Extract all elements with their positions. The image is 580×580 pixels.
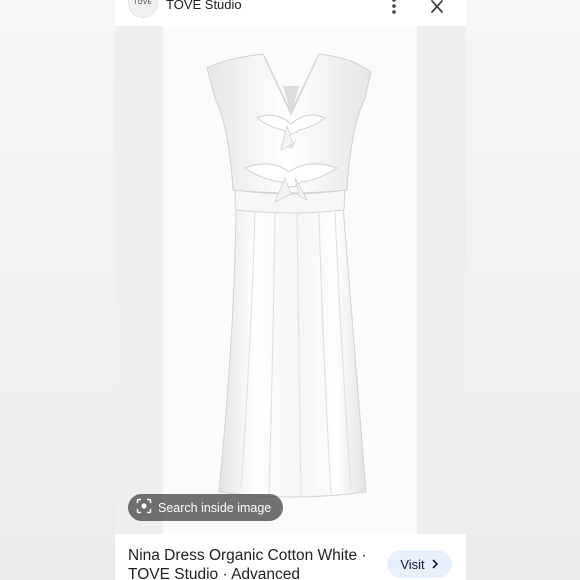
image-preview-panel: TOVE TOVE Studio Search inside image Nin… [115, 0, 466, 580]
visit-button[interactable]: Visit [387, 550, 452, 578]
white-dress-image [206, 53, 372, 498]
search-inside-image-button[interactable]: Search inside image [128, 494, 284, 521]
chevron-right-icon [431, 557, 439, 572]
preview-header: TOVE TOVE Studio [115, 0, 466, 26]
site-logo: TOVE [128, 0, 158, 18]
close-icon[interactable] [429, 0, 445, 14]
more-vert-icon[interactable] [387, 0, 401, 16]
search-inside-image-label: Search inside image [158, 500, 272, 515]
result-title-line-1: Nina Dress Organic Cotton White · [128, 547, 367, 564]
preview-image[interactable] [115, 26, 466, 534]
visit-label: Visit [400, 556, 425, 572]
result-title-line-2: TOVE Studio · Advanced [128, 566, 301, 580]
lens-icon [136, 498, 152, 517]
site-name[interactable]: TOVE Studio [166, 0, 242, 12]
result-title[interactable]: Nina Dress Organic Cotton White · TOVE S… [128, 546, 378, 580]
